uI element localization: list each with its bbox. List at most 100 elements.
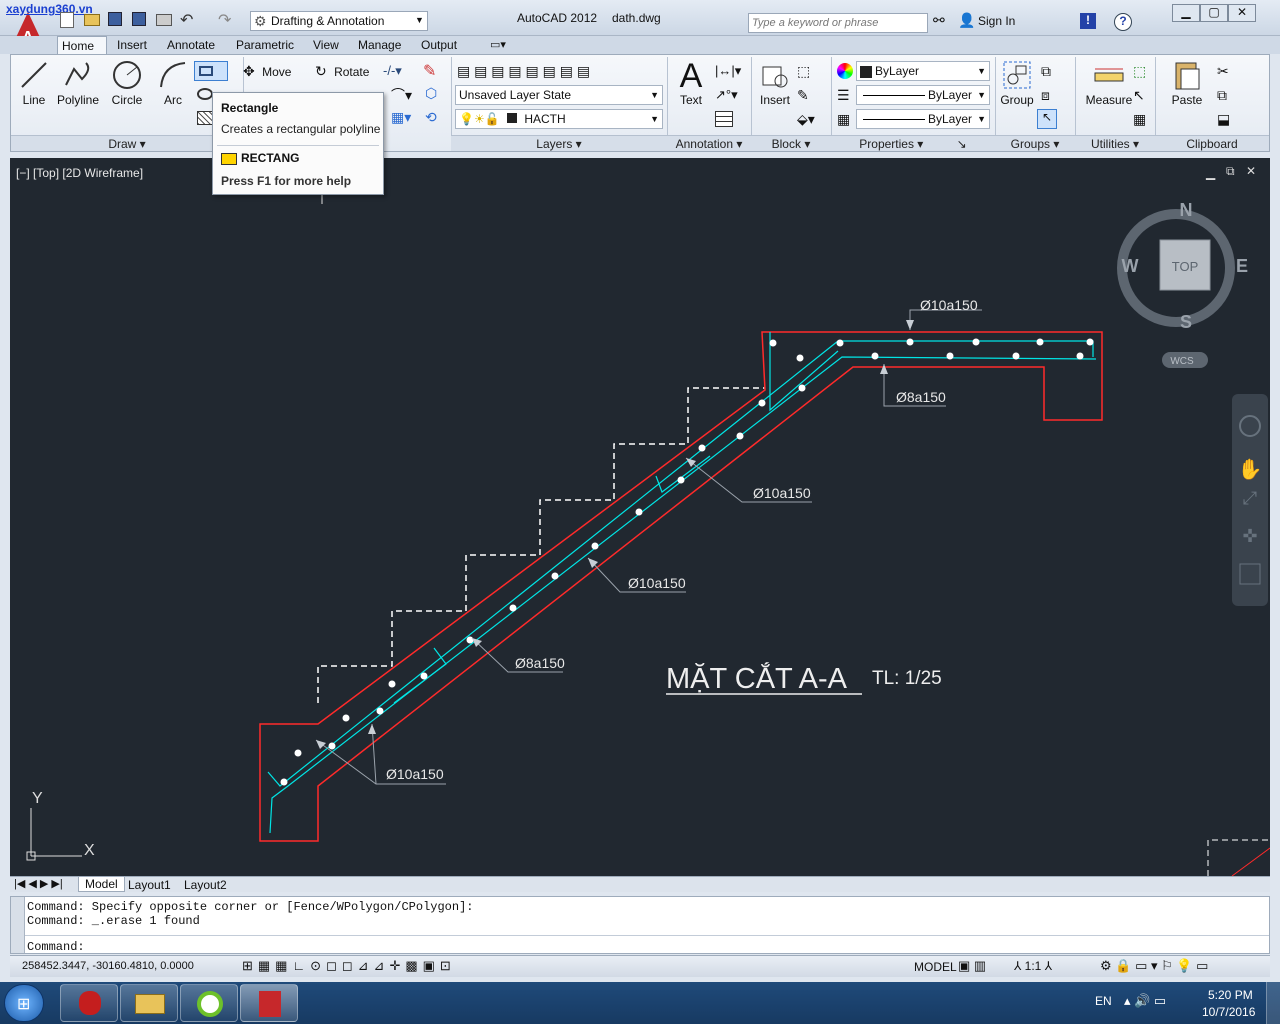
tab-layout1[interactable]: Layout1 xyxy=(128,878,171,892)
undo-icon[interactable]: ↶ xyxy=(180,10,193,30)
drawing-canvas[interactable]: [−] [Top] [2D Wireframe] ▁ ⧉ ✕ TOP N S E… xyxy=(10,158,1270,876)
tab-nav-first-icon[interactable]: |◀ ◀ ▶ ▶| xyxy=(14,877,63,890)
circle-button[interactable]: Circle xyxy=(107,59,147,107)
dimension-icon[interactable]: |↔|▾ xyxy=(715,63,741,79)
explode-icon[interactable]: ⬡ xyxy=(425,85,437,102)
match-properties-icon[interactable] xyxy=(837,63,853,79)
erase-icon[interactable]: ✎ xyxy=(423,61,436,81)
draw-panel-title[interactable]: Draw ▾ xyxy=(11,135,243,151)
sign-in-button[interactable]: Sign In xyxy=(978,14,1015,28)
workspace-switch-icon[interactable]: ⚙ 🔒 ▭ ▾ ⚐ 💡 ▭ xyxy=(1100,958,1208,974)
taskbar-autocad[interactable] xyxy=(240,984,298,1022)
binoculars-icon[interactable]: ⚯ xyxy=(933,12,945,29)
group-selection-icon[interactable]: ↖ xyxy=(1037,109,1057,129)
paste-button[interactable]: Paste xyxy=(1163,59,1211,107)
pan-icon[interactable]: ✋ xyxy=(1238,457,1263,481)
copy-icon[interactable]: ⧉ xyxy=(1217,87,1227,104)
help-icon[interactable]: ? xyxy=(1114,13,1132,31)
layer-state-dropdown[interactable]: Unsaved Layer State ▼ xyxy=(455,85,663,105)
ellipse-icon[interactable] xyxy=(197,88,213,100)
block-panel-title[interactable]: Block ▾ xyxy=(751,135,831,151)
tab-home[interactable]: Home xyxy=(57,36,107,54)
tab-annotate[interactable]: Annotate xyxy=(163,36,219,54)
tab-parametric[interactable]: Parametric xyxy=(232,36,298,54)
workspace-dropdown[interactable]: ⚙ Drafting & Annotation ▼ xyxy=(250,11,428,31)
save-as-icon[interactable] xyxy=(132,12,146,26)
array-icon[interactable]: ▦▾ xyxy=(391,109,411,126)
clock-time[interactable]: 5:20 PM xyxy=(1208,988,1253,1002)
annotation-scale-icon[interactable]: ⅄ 1:1 ⅄ xyxy=(1014,959,1052,973)
tab-layout2[interactable]: Layout2 xyxy=(184,878,227,892)
insert-button[interactable]: Insert xyxy=(755,59,795,107)
leader-icon[interactable]: ↗°▾ xyxy=(715,87,738,103)
exchange-icon[interactable]: ! xyxy=(1080,13,1096,29)
annotation-panel-title[interactable]: Annotation ▾ xyxy=(667,135,751,151)
ribbon-toggle-icon[interactable]: ▭▾ xyxy=(490,38,506,51)
hatch-icon[interactable] xyxy=(197,111,213,125)
maximize-button[interactable]: ▢ xyxy=(1200,4,1228,22)
rectangle-button[interactable] xyxy=(194,61,228,81)
offset-icon[interactable]: ⟲ xyxy=(425,109,437,126)
fillet-icon[interactable]: ⌒▾ xyxy=(391,85,412,105)
clipboard-panel-title[interactable]: Clipboard xyxy=(1155,135,1269,151)
new-icon[interactable] xyxy=(60,12,74,28)
arc-button[interactable]: Arc xyxy=(155,59,191,107)
tab-model[interactable]: Model xyxy=(78,877,125,892)
ungroup-icon[interactable]: ⧉ xyxy=(1041,63,1051,80)
tray-icons[interactable]: ▴ 🔊 ▭ xyxy=(1124,993,1166,1009)
tab-manage[interactable]: Manage xyxy=(354,36,405,54)
linetype-dropdown[interactable]: ByLayer ▼ xyxy=(856,85,990,105)
color-dropdown[interactable]: ByLayer ▼ xyxy=(856,61,990,81)
group-edit-icon[interactable]: ⧈ xyxy=(1041,87,1050,104)
tab-output[interactable]: Output xyxy=(417,36,461,54)
move-button[interactable]: ✥ Move xyxy=(243,61,291,81)
layer-dropdown[interactable]: 💡☀🔓 HACTH ▼ xyxy=(455,109,663,129)
model-space-button[interactable]: MODEL xyxy=(914,960,957,974)
copy-clip-icon[interactable]: ⬓ xyxy=(1217,111,1230,128)
tab-insert[interactable]: Insert xyxy=(113,36,151,54)
orbit-icon[interactable]: ✜ xyxy=(1242,526,1257,546)
select-all-icon[interactable]: ↖ xyxy=(1133,87,1145,104)
layout-icons[interactable]: ▣ ▥ xyxy=(958,958,986,974)
layer-color-swatch xyxy=(506,113,517,123)
command-window[interactable]: Command: Specify opposite corner or [Fen… xyxy=(10,896,1270,954)
viewcube[interactable]: TOP N S E W WCS xyxy=(1117,200,1249,368)
layer-properties-icon[interactable]: ▤ ▤ ▤ ▤ ▤ ▤ ▤ ▤ xyxy=(457,63,590,80)
tab-view[interactable]: View xyxy=(309,36,343,54)
layers-panel-title[interactable]: Layers ▾ xyxy=(451,135,667,151)
show-desktop-button[interactable] xyxy=(1266,982,1280,1024)
quick-select-icon[interactable]: ⬚ xyxy=(1133,63,1146,80)
plot-icon[interactable] xyxy=(156,14,172,26)
taskbar-app-1[interactable] xyxy=(60,984,118,1022)
calculator-icon[interactable]: ▦ xyxy=(1133,111,1146,128)
taskbar-app-3[interactable] xyxy=(180,984,238,1022)
cut-icon[interactable]: ✂ xyxy=(1217,63,1229,80)
trim-icon[interactable]: -/-▾ xyxy=(383,63,402,79)
polyline-button[interactable]: Polyline xyxy=(53,59,103,107)
minimize-button[interactable]: ▁ xyxy=(1172,4,1200,22)
group-button[interactable]: Group xyxy=(997,59,1037,107)
search-input[interactable]: Type a keyword or phrase xyxy=(748,13,928,33)
zoom-icon[interactable]: ⤢ xyxy=(1243,488,1258,508)
rotate-button[interactable]: ↻ Rotate xyxy=(315,61,369,81)
close-button[interactable]: ✕ xyxy=(1228,4,1256,22)
table-icon[interactable] xyxy=(715,111,733,127)
line-button[interactable]: Line xyxy=(17,59,51,107)
utilities-panel-title[interactable]: Utilities ▾ xyxy=(1075,135,1155,151)
language-indicator[interactable]: EN xyxy=(1095,994,1112,1008)
open-icon[interactable] xyxy=(84,14,100,26)
command-prompt[interactable]: Command: xyxy=(27,940,85,954)
drafting-toggles[interactable]: ⊞▦▦∟⊙◻◻⊿⊿✛▩▣⊡ xyxy=(242,958,456,974)
redo-icon[interactable]: ↷ xyxy=(218,10,231,30)
properties-panel-title[interactable]: Properties ▾ ↘ xyxy=(831,135,995,151)
groups-panel-title[interactable]: Groups ▾ xyxy=(995,135,1075,151)
edit-block-icon[interactable]: ✎ xyxy=(797,87,809,104)
create-block-icon[interactable]: ⬚ xyxy=(797,63,810,80)
taskbar-explorer[interactable] xyxy=(120,984,178,1022)
lineweight-dropdown[interactable]: ByLayer ▼ xyxy=(856,109,990,129)
start-button[interactable]: ⊞ xyxy=(4,984,44,1022)
text-button[interactable]: A Text xyxy=(671,59,711,107)
save-icon[interactable] xyxy=(108,12,122,26)
clock-date[interactable]: 10/7/2016 xyxy=(1202,1005,1255,1019)
block-attributes-icon[interactable]: ⬙▾ xyxy=(797,111,815,128)
